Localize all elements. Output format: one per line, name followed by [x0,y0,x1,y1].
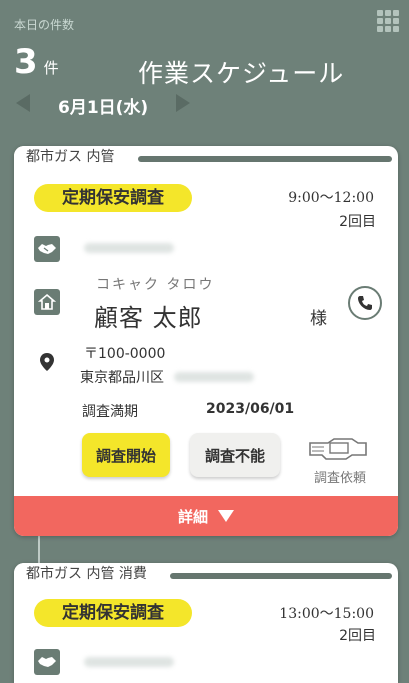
location-pin-icon [40,353,54,375]
inspection-type-badge: 定期保安調査 [34,184,192,212]
grid-menu-icon[interactable] [377,10,399,32]
chevron-down-icon [218,510,234,522]
card-header-strip [170,573,392,579]
phone-icon[interactable] [348,286,382,320]
unable-inspection-button[interactable]: 調査不能 [190,433,280,477]
request-hand-icon[interactable] [306,433,370,461]
count-display: 3件 [14,42,59,82]
start-inspection-button[interactable]: 調査開始 [82,433,170,477]
address: 東京都品川区 [80,370,164,386]
card-header-strip [138,156,392,162]
company-name-masked [84,243,174,253]
handshake-icon [34,236,60,262]
expiry-label: 調査満期 [82,404,138,420]
customer-kana: コキャク タロウ [96,277,215,293]
customer-name: 顧客 太郎 [94,304,203,332]
request-label[interactable]: 調査依頼 [314,467,366,486]
next-date-icon[interactable] [176,94,190,112]
inspection-type-badge: 定期保安調査 [34,599,192,627]
detail-label: 詳細 [177,507,208,526]
page-title: 作業スケジュール [138,59,345,88]
count-label: 本日の件数 [14,18,75,32]
handshake-icon [34,649,60,675]
count-value: 3 [14,42,38,82]
visit-count: 2回目 [339,214,376,230]
house-icon [34,289,60,315]
card-category: 都市ガス 内管 [14,146,123,168]
count-unit: 件 [43,59,59,77]
expiry-date: 2023/06/01 [206,401,295,417]
detail-toggle-bar[interactable]: 詳細 [14,496,398,536]
schedule-card[interactable]: 都市ガス 内管 消費 定期保安調査 13:00〜15:00 2回目 [14,563,398,683]
address-detail-masked [174,372,254,382]
time-range: 13:00〜15:00 [279,606,374,622]
card-category: 都市ガス 内管 消費 [14,563,155,585]
honorific: 様 [310,309,327,329]
date-label: 6月1日(水) [58,98,149,118]
visit-count: 2回目 [339,628,376,644]
company-name-masked [84,657,174,667]
postal-code: 〒100-0000 [84,346,166,362]
prev-date-icon[interactable] [16,94,30,112]
time-range: 9:00〜12:00 [288,190,374,206]
schedule-card[interactable]: 都市ガス 内管 定期保安調査 9:00〜12:00 2回目 コキャク タロウ 顧… [14,146,398,536]
